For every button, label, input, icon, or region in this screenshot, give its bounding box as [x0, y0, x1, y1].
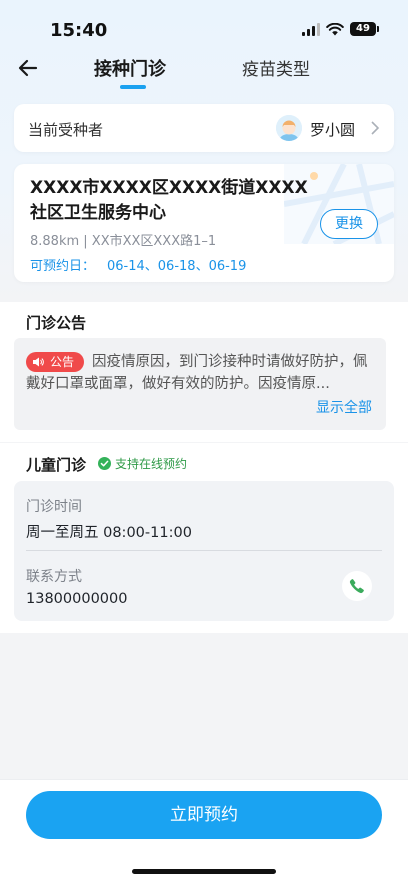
- top-nav: 接种门诊 疫苗类型: [0, 50, 408, 90]
- contact-label: 联系方式: [26, 569, 82, 585]
- clinic-name: XXXX市XXXX区XXXX街道XXXX社区卫生服务中心: [30, 178, 308, 223]
- speaker-icon: [33, 357, 44, 367]
- change-clinic-button[interactable]: 更换: [320, 209, 378, 239]
- divider: [26, 550, 382, 551]
- pediatric-title: 儿童门诊: [26, 456, 87, 474]
- chevron-right-icon: [371, 121, 380, 135]
- avatar: [276, 115, 302, 141]
- battery-icon: 49: [350, 22, 379, 36]
- recipient-name: 罗小圆: [310, 121, 356, 139]
- available-label: 可预约日：: [30, 259, 96, 274]
- clinic-info-box: 门诊时间 周一至周五 08:00-11:00 联系方式 13800000000: [14, 481, 394, 621]
- tab-clinic[interactable]: 接种门诊: [94, 55, 166, 81]
- hours-label: 门诊时间: [26, 499, 82, 515]
- recipient-selector[interactable]: 当前受种者 罗小圆: [14, 104, 394, 152]
- contact-value: 13800000000: [26, 591, 128, 607]
- clinic-notice-section: 门诊公告 因疫情原因，到门诊接种时请做好防护，佩戴好口罩或面罩，做好有效的防护。…: [0, 302, 408, 442]
- back-arrow-icon[interactable]: [16, 56, 40, 80]
- call-button[interactable]: [342, 571, 372, 601]
- home-indicator: [132, 869, 276, 874]
- show-all-link[interactable]: 显示全部: [316, 397, 372, 417]
- notice-box: 因疫情原因，到门诊接种时请做好防护，佩戴好口罩或面罩，做好有效的防护。因疫情原.…: [14, 338, 386, 430]
- notice-tag: 公告: [26, 352, 84, 372]
- wifi-icon: [326, 22, 344, 35]
- notice-tag-label: 公告: [50, 355, 75, 369]
- clinic-card: XXXX市XXXX区XXXX街道XXXX社区卫生服务中心 8.88km | XX…: [14, 164, 394, 282]
- check-circle-icon: [98, 457, 111, 470]
- status-icons: 49: [302, 22, 379, 36]
- hours-value: 周一至周五 08:00-11:00: [26, 525, 192, 541]
- pediatric-clinic-section: 儿童门诊 支持在线预约 门诊时间 周一至周五 08:00-11:00 联系方式 …: [0, 443, 408, 633]
- online-booking-text: 支持在线预约: [115, 457, 188, 471]
- status-time: 15:40: [50, 20, 108, 41]
- clinic-address: 8.88km | XX市XX区XXX路1–1: [30, 234, 217, 249]
- status-bar: 15:40 49: [0, 0, 408, 50]
- available-dates: 可预约日： 06-14、06-18、06-19: [30, 255, 246, 274]
- online-booking-badge: 支持在线预约: [98, 455, 187, 472]
- recipient-label: 当前受种者: [28, 121, 104, 139]
- signal-icon: [302, 22, 320, 36]
- tab-vaccine-type[interactable]: 疫苗类型: [242, 55, 310, 80]
- phone-icon: [349, 579, 364, 594]
- notice-title: 门诊公告: [26, 314, 87, 332]
- book-now-button[interactable]: 立即预约: [26, 791, 382, 839]
- available-dates-value: 06-14、06-18、06-19: [107, 259, 247, 274]
- active-tab-indicator: [120, 85, 146, 89]
- bottom-bar: 立即预约: [0, 779, 408, 883]
